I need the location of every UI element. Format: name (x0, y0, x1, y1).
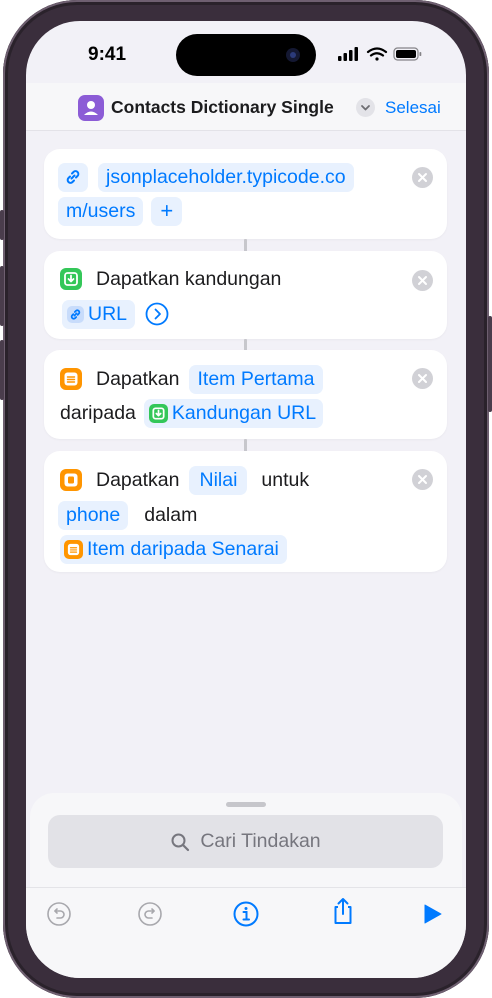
shortcut-title[interactable]: Contacts Dictionary Single (111, 97, 334, 118)
item-picker-token[interactable]: Item Pertama (189, 364, 323, 394)
web-download-icon (60, 268, 82, 290)
share-icon[interactable] (329, 897, 357, 925)
shortcut-app-icon[interactable] (78, 95, 104, 121)
contents-of-url-token[interactable]: Kandungan URL (143, 398, 324, 428)
screen: 9:41 Contacts Dictionary Single Selesai … (26, 21, 466, 978)
dynamic-island (176, 34, 316, 76)
list-icon (60, 368, 82, 390)
key-token[interactable]: phone (58, 500, 129, 530)
remove-action-icon[interactable] (412, 368, 433, 389)
battery-icon (393, 47, 422, 61)
actions-canvas: jsonplaceholder.typicode.co m/users + Da… (26, 131, 466, 811)
url-variable-token[interactable]: URL (62, 299, 136, 329)
url-value-line2[interactable]: m/users (58, 196, 144, 226)
play-icon[interactable] (418, 900, 446, 928)
remove-action-icon[interactable] (412, 270, 433, 291)
link-icon (67, 305, 84, 323)
action-button (0, 210, 4, 240)
url-link-token[interactable] (58, 162, 88, 192)
status-icons (338, 46, 438, 62)
redo-icon[interactable] (136, 900, 164, 928)
chevron-down-icon[interactable] (356, 98, 375, 117)
volume-down-button (0, 340, 4, 400)
action-search-sheet: Cari Tindakan (30, 793, 462, 893)
link-icon (66, 170, 80, 184)
wifi-icon (366, 47, 388, 61)
status-time: 9:41 (88, 44, 127, 65)
volume-up-button (0, 266, 4, 326)
item-from-list-token[interactable]: Item daripada Senarai (60, 534, 287, 564)
remove-action-icon[interactable] (412, 469, 433, 490)
from-label: daripada (60, 401, 136, 424)
remove-action-icon[interactable] (412, 167, 433, 188)
action-get-dictionary-value[interactable]: Dapatkan Nilai untuk phone dalam Item da… (44, 451, 447, 572)
action-get-contents-of-url[interactable]: Dapatkan kandungan URL (44, 251, 447, 339)
action-get-item-from-list[interactable]: Dapatkan Item Pertama daripada Kandungan… (44, 350, 447, 439)
for-label: untuk (261, 468, 310, 491)
power-button (488, 316, 492, 412)
in-label: dalam (144, 503, 198, 526)
info-icon[interactable] (232, 900, 260, 928)
action-verb: Dapatkan kandungan (96, 267, 282, 290)
nav-bar: Contacts Dictionary Single Selesai (26, 83, 466, 131)
search-placeholder: Cari Tindakan (200, 830, 321, 852)
contents-of-url-label: Kandungan URL (171, 401, 317, 424)
url-value-line1[interactable]: jsonplaceholder.typicode.co (98, 162, 354, 192)
value-picker-token[interactable]: Nilai (189, 465, 248, 495)
web-download-icon (148, 403, 168, 423)
search-actions-field[interactable]: Cari Tindakan (48, 815, 443, 868)
sheet-grabber[interactable] (226, 802, 266, 807)
dictionary-icon (60, 469, 82, 491)
item-from-list-label: Item daripada Senarai (87, 537, 279, 560)
url-variable-label: URL (88, 302, 128, 325)
cellular-signal-icon (338, 47, 358, 61)
add-variable-button[interactable]: + (151, 196, 183, 226)
bottom-toolbar (26, 887, 466, 978)
camera-icon (286, 48, 300, 62)
done-button[interactable]: Selesai (385, 98, 441, 118)
expand-options-icon[interactable] (145, 302, 169, 326)
search-icon (171, 833, 190, 851)
action-verb: Dapatkan (96, 367, 180, 390)
undo-icon[interactable] (45, 900, 73, 928)
list-icon (64, 539, 83, 559)
status-bar: 9:41 (26, 21, 466, 81)
action-verb: Dapatkan (96, 468, 180, 491)
action-url[interactable]: jsonplaceholder.typicode.co m/users + (44, 149, 447, 239)
